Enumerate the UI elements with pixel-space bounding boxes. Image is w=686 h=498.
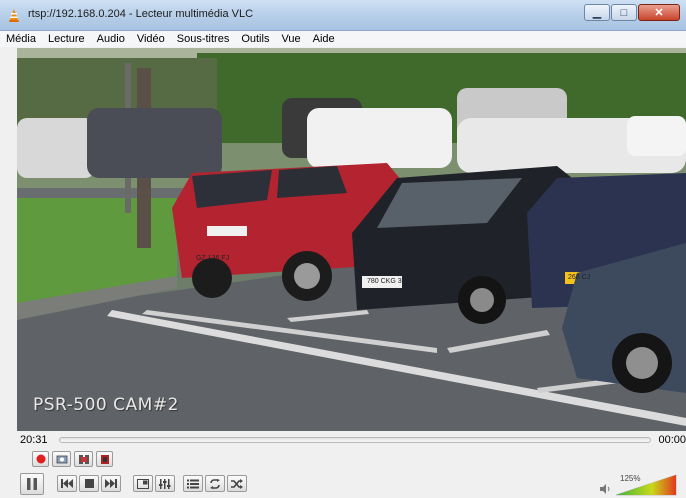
title-bar: rtsp://192.168.0.204 - Lecteur multimédi… [0,0,686,31]
menu-audio[interactable]: Audio [97,33,125,45]
maximize-button[interactable]: □ [611,4,637,21]
license-plate-blue-car: 268 CJ [568,274,591,281]
loop-button[interactable] [205,475,225,492]
shuffle-button[interactable] [227,475,247,492]
elapsed-time[interactable]: 20:31 [20,434,48,446]
menu-help[interactable]: Aide [313,33,335,45]
menu-lecture[interactable]: Lecture [48,33,85,45]
loop-ab-button[interactable] [74,451,93,467]
menu-video[interactable]: Vidéo [137,33,165,45]
pause-button[interactable] [20,473,44,495]
minimize-button[interactable]: ▁ [584,4,610,21]
record-icon [36,454,45,464]
seek-row: 20:31 00:00 [0,433,686,447]
equalizer-icon [159,478,171,489]
extended-settings-button[interactable] [155,475,175,492]
menu-media[interactable]: Média [6,33,36,45]
frame-step-button[interactable] [96,451,113,467]
previous-button[interactable] [57,475,77,492]
speaker-icon[interactable] [599,483,611,495]
loop-icon [210,478,220,489]
volume-percentage: 125% [620,474,641,483]
camera-frame-image [17,48,686,431]
loop-ab-icon [78,454,89,464]
frame-by-frame-icon [100,454,109,464]
skip-previous-icon [61,479,73,488]
stop-icon [84,479,94,488]
next-button[interactable] [101,475,121,492]
record-button[interactable] [32,451,49,467]
close-button[interactable]: ✕ [638,4,680,21]
camera-osd-label: PSR-500 CAM#2 [33,395,179,415]
total-time[interactable]: 00:00 [658,434,686,446]
playlist-button[interactable] [183,475,203,492]
seek-slider[interactable] [59,437,651,443]
vlc-cone-icon [9,9,19,22]
menu-subtitles[interactable]: Sous-titres [177,33,230,45]
menu-view[interactable]: Vue [281,33,300,45]
window-title: rtsp://192.168.0.204 - Lecteur multimédi… [28,8,254,20]
stop-button[interactable] [79,475,99,492]
menu-bar: Média Lecture Audio Vidéo Sous-titres Ou… [0,31,686,47]
pause-icon [27,478,37,490]
fullscreen-icon [137,478,149,489]
menu-tools[interactable]: Outils [241,33,269,45]
fullscreen-button[interactable] [133,475,153,492]
license-plate-red-car: GZ 136 FJ [196,255,230,262]
playlist-icon [187,479,199,488]
video-display[interactable]: GZ 136 FJ 780 CKG 31 268 CJ PSR-500 CAM#… [17,48,686,431]
license-plate-black-car: 780 CKG 31 [367,278,406,285]
skip-next-icon [105,479,117,488]
snapshot-button[interactable] [52,451,71,467]
camera-icon [56,455,67,464]
shuffle-icon [231,478,243,489]
